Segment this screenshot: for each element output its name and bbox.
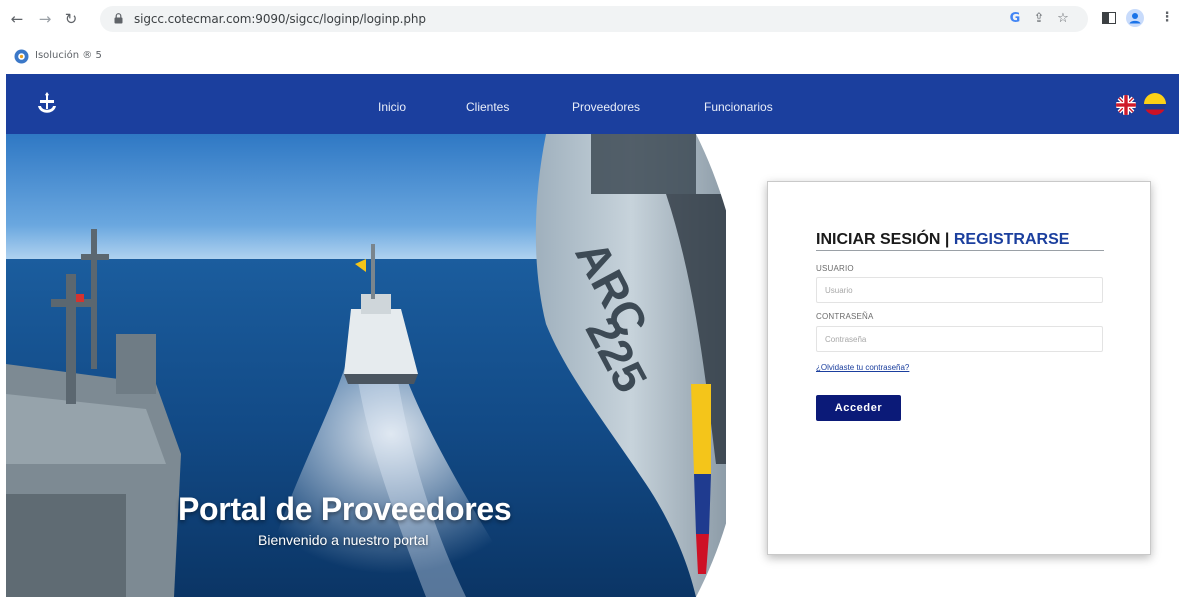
forgot-password-link[interactable]: ¿Olvidaste tu contraseña? (816, 363, 909, 372)
sidebar-icon[interactable] (1100, 9, 1118, 27)
site-header: Inicio Clientes Proveedores Funcionarios (6, 74, 1179, 134)
bookmark-bar: Isolución ® 5 (0, 46, 1179, 68)
share-icon[interactable]: ⇪ (1030, 10, 1048, 28)
back-icon[interactable]: ← (8, 10, 26, 28)
cotecmar-logo[interactable] (36, 91, 58, 117)
lock-icon (114, 13, 123, 24)
url-text[interactable]: sigcc.cotecmar.com:9090/sigcc/loginp/log… (134, 12, 426, 26)
login-card: INICIAR SESIÓN | REGISTRARSE USUARIO CON… (767, 181, 1151, 555)
password-label: CONTRASEÑA (816, 312, 874, 321)
profile-icon[interactable] (1126, 9, 1144, 27)
star-icon[interactable]: ☆ (1054, 10, 1072, 28)
register-tab[interactable]: REGISTRARSE (954, 231, 1070, 248)
forward-icon[interactable]: → (36, 10, 54, 28)
nav-funcionarios[interactable]: Funcionarios (704, 100, 773, 114)
nav-proveedores[interactable]: Proveedores (572, 100, 640, 114)
browser-chrome: ← → ↻ sigcc.cotecmar.com:9090/sigcc/logi… (0, 0, 1179, 74)
hero-banner: ARC 225 Portal de Proveedores Bienvenido… (6, 134, 726, 597)
username-input[interactable] (816, 277, 1103, 303)
login-tab[interactable]: INICIAR SESIÓN (816, 231, 940, 248)
isolucion-bookmark-icon[interactable] (14, 49, 29, 64)
hero-title: Portal de Proveedores (178, 491, 512, 527)
bookmark-label[interactable]: Isolución ® 5 (35, 50, 102, 61)
reload-icon[interactable]: ↻ (62, 10, 80, 28)
nav-clientes[interactable]: Clientes (466, 100, 509, 114)
login-heading: INICIAR SESIÓN | REGISTRARSE (816, 231, 1104, 251)
password-input[interactable] (816, 326, 1103, 352)
hero-subtitle: Bienvenido a nuestro portal (258, 532, 429, 548)
address-bar[interactable]: sigcc.cotecmar.com:9090/sigcc/loginp/log… (100, 6, 1088, 32)
login-button[interactable]: Acceder (816, 395, 901, 421)
google-translate-icon[interactable]: G (1006, 10, 1024, 28)
heading-separator: | (944, 231, 950, 248)
username-label: USUARIO (816, 264, 854, 273)
menu-icon[interactable]: ⋮ (1158, 9, 1176, 27)
uk-flag-icon[interactable] (1116, 95, 1136, 115)
nav-inicio[interactable]: Inicio (378, 100, 406, 114)
colombia-flag-icon[interactable] (1144, 93, 1166, 115)
